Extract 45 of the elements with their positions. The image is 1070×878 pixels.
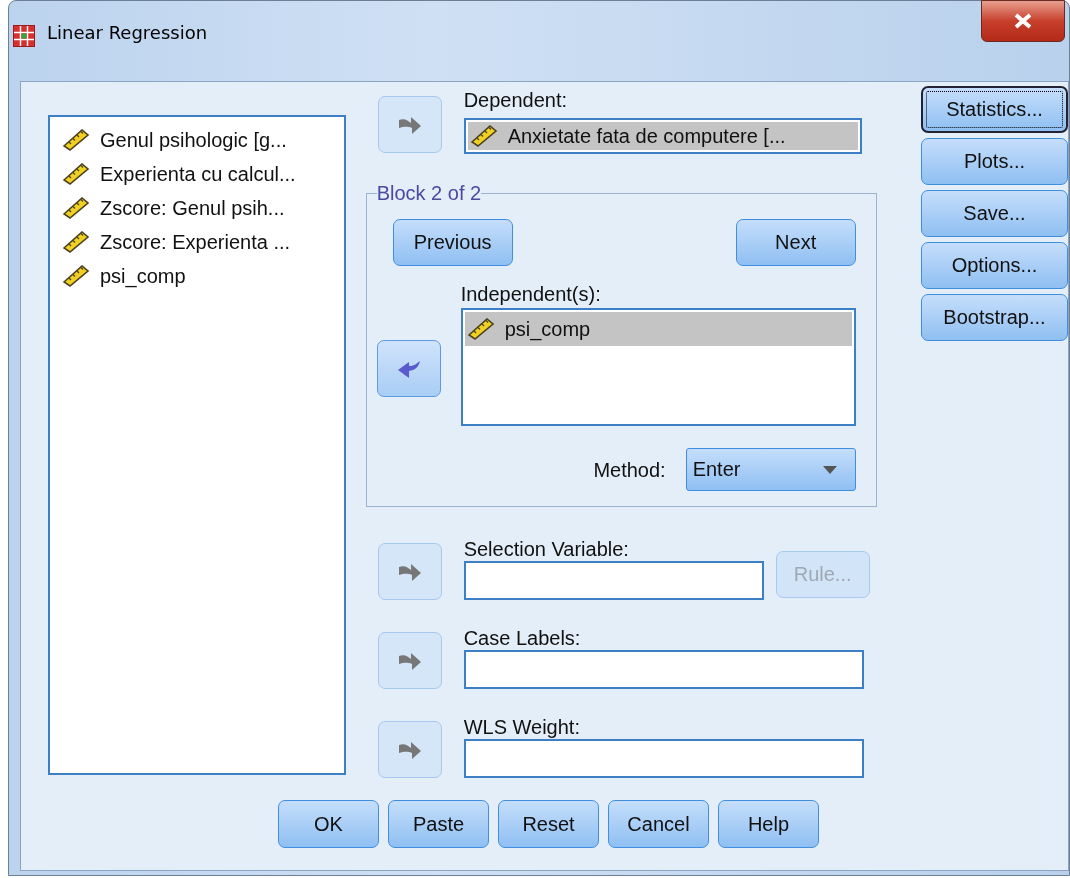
field-label: WLS Weight: <box>463 715 581 739</box>
arrow-button[interactable] <box>376 340 441 397</box>
field-label: Dependent: <box>463 88 569 112</box>
dialog-button[interactable]: OK <box>278 800 379 848</box>
ruler-icon <box>466 318 495 340</box>
variable-item[interactable]: Zscore: Experienta ... <box>60 225 344 259</box>
grid-icon <box>13 25 35 47</box>
field-label: Independent(s): <box>460 282 602 306</box>
ruler-icon <box>62 197 90 219</box>
independent-item[interactable]: psi_comp <box>464 312 852 346</box>
method-dropdown[interactable]: Enter <box>685 448 856 491</box>
dialog-button[interactable]: Help <box>718 800 819 848</box>
ruler-icon <box>62 163 90 185</box>
field-label: Case Labels: <box>463 626 582 650</box>
dialog-button[interactable]: Reset <box>498 800 599 848</box>
dialog-button[interactable]: Cancel <box>608 800 709 848</box>
group-title: Block 2 of 2 <box>376 182 482 205</box>
method-label: Method: <box>593 457 666 482</box>
dialog-button[interactable]: Plots... <box>921 138 1068 185</box>
variable-item[interactable]: psi_comp <box>60 259 344 293</box>
variable-item[interactable]: Zscore: Genul psih... <box>60 191 344 225</box>
dropdown-value: Enter <box>692 458 741 481</box>
input-field[interactable] <box>463 561 764 600</box>
independent-list[interactable]: psi_comp <box>460 308 856 426</box>
variable-item[interactable]: Experienta cu calcul... <box>60 157 344 191</box>
dialog-button[interactable]: Options... <box>921 242 1068 289</box>
previous-button[interactable]: Previous <box>392 219 513 266</box>
variable-list[interactable]: Genul psihologic [g... Experienta cu calcul... Zscore: Genul psih... Zscore: Experienta ... psi_comp <box>48 115 346 775</box>
caret-icon <box>822 465 837 474</box>
input-field[interactable] <box>463 650 864 689</box>
dialog-button[interactable]: Save... <box>921 190 1068 237</box>
ruler-icon <box>62 265 90 287</box>
variable-item[interactable]: Genul psihologic [g... <box>60 123 344 157</box>
field-label: Selection Variable: <box>463 537 630 561</box>
ruler-icon <box>469 125 498 147</box>
dialog-button[interactable]: Paste <box>388 800 489 848</box>
dialog-button[interactable]: Bootstrap... <box>921 294 1068 341</box>
dialog-button[interactable]: Statistics... <box>921 86 1068 133</box>
input-field[interactable] <box>463 739 864 778</box>
ruler-icon <box>62 231 90 253</box>
ruler-icon <box>62 129 90 151</box>
next-button[interactable]: Next <box>735 219 856 266</box>
close-button[interactable] <box>981 0 1065 42</box>
window-title: Linear Regression <box>47 22 208 43</box>
close-icon <box>1013 13 1033 29</box>
